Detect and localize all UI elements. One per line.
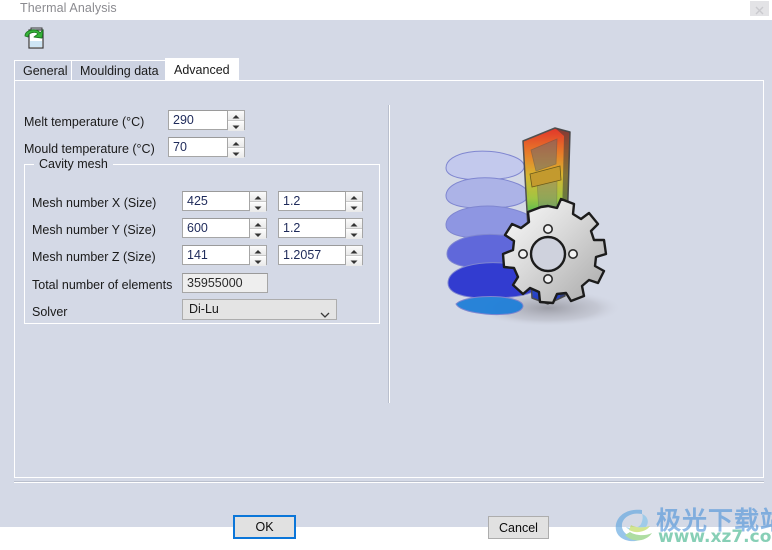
close-button[interactable] bbox=[750, 1, 769, 16]
mesh-z-size-spinner[interactable] bbox=[346, 245, 363, 265]
mould-temperature-spin-up[interactable] bbox=[228, 138, 244, 148]
dialog-body: General Moulding data Advanced Melt temp… bbox=[0, 20, 772, 527]
mesh-x-size-spinner[interactable] bbox=[346, 191, 363, 211]
mould-temperature-label: Mould temperature (°C) bbox=[24, 142, 155, 156]
mesh-x-number-spinner[interactable] bbox=[250, 191, 267, 211]
mesh-z-number-input[interactable]: 141 bbox=[182, 245, 250, 265]
mesh-y-label: Mesh number Y (Size) bbox=[32, 223, 156, 237]
close-x-icon bbox=[755, 6, 764, 15]
mesh-x-label: Mesh number X (Size) bbox=[32, 196, 156, 210]
mesh-y-number-spin-down[interactable] bbox=[250, 229, 266, 239]
melt-temperature-spin-down[interactable] bbox=[228, 121, 244, 131]
melt-temperature-spin-up[interactable] bbox=[228, 111, 244, 121]
melt-temperature-label: Melt temperature (°C) bbox=[24, 115, 144, 129]
page-title: Thermal Analysis bbox=[20, 1, 117, 15]
melt-temperature-input[interactable]: 290 bbox=[168, 110, 228, 130]
chevron-down-icon bbox=[320, 306, 330, 320]
mesh-x-size-spin-down[interactable] bbox=[346, 202, 362, 212]
solver-selected-value: Di-Lu bbox=[189, 302, 219, 316]
mesh-y-number-spinner[interactable] bbox=[250, 218, 267, 238]
toolbar bbox=[0, 20, 772, 54]
thermal-analysis-preview bbox=[420, 108, 650, 348]
title-bar: Thermal Analysis bbox=[0, 0, 772, 20]
mesh-y-size-spin-down[interactable] bbox=[346, 229, 362, 239]
cancel-button[interactable]: Cancel bbox=[488, 516, 549, 539]
cavity-mesh-group-title: Cavity mesh bbox=[34, 157, 113, 171]
watermark-brand: 极光下载站 bbox=[656, 501, 772, 537]
mesh-x-size-spin-up[interactable] bbox=[346, 192, 362, 202]
mesh-z-number-spin-down[interactable] bbox=[250, 256, 266, 266]
mesh-x-number-spin-up[interactable] bbox=[250, 192, 266, 202]
mesh-z-size-spin-down[interactable] bbox=[346, 256, 362, 266]
footer-separator bbox=[14, 481, 764, 483]
mesh-z-number-spinner[interactable] bbox=[250, 245, 267, 265]
mould-temperature-input[interactable]: 70 bbox=[168, 137, 228, 157]
mould-temperature-spinner[interactable] bbox=[228, 137, 245, 157]
panel-splitter[interactable] bbox=[388, 105, 390, 403]
mesh-x-number-spin-down[interactable] bbox=[250, 202, 266, 212]
mesh-x-number-input[interactable]: 425 bbox=[182, 191, 250, 211]
total-elements-label: Total number of elements bbox=[32, 278, 172, 292]
solver-label: Solver bbox=[32, 305, 67, 319]
total-elements-value: 35955000 bbox=[182, 273, 268, 293]
solver-select[interactable]: Di-Lu bbox=[182, 299, 337, 320]
mesh-y-number-spin-up[interactable] bbox=[250, 219, 266, 229]
site-watermark: 极光下载站 www.xz7.com bbox=[612, 503, 772, 547]
tab-general[interactable]: General bbox=[14, 60, 76, 80]
mesh-y-size-input[interactable]: 1.2 bbox=[278, 218, 346, 238]
tab-advanced[interactable]: Advanced bbox=[165, 58, 239, 81]
mesh-z-number-spin-up[interactable] bbox=[250, 246, 266, 256]
mesh-z-size-spin-up[interactable] bbox=[346, 246, 362, 256]
mould-temperature-spin-down[interactable] bbox=[228, 148, 244, 158]
mesh-y-size-spinner[interactable] bbox=[346, 218, 363, 238]
mesh-x-size-input[interactable]: 1.2 bbox=[278, 191, 346, 211]
thermal-analysis-dialog: Thermal Analysis General Moulding data bbox=[0, 0, 772, 527]
import-document-icon[interactable] bbox=[22, 25, 48, 51]
mesh-z-size-input[interactable]: 1.2057 bbox=[278, 245, 346, 265]
ok-button[interactable]: OK bbox=[233, 515, 296, 539]
mesh-z-label: Mesh number Z (Size) bbox=[32, 250, 156, 264]
melt-temperature-spinner[interactable] bbox=[228, 110, 245, 130]
mesh-y-size-spin-up[interactable] bbox=[346, 219, 362, 229]
tab-moulding-data[interactable]: Moulding data bbox=[71, 60, 168, 80]
watermark-url: www.xz7.com bbox=[658, 527, 772, 547]
mesh-y-number-input[interactable]: 600 bbox=[182, 218, 250, 238]
swirl-logo-icon bbox=[612, 505, 658, 550]
